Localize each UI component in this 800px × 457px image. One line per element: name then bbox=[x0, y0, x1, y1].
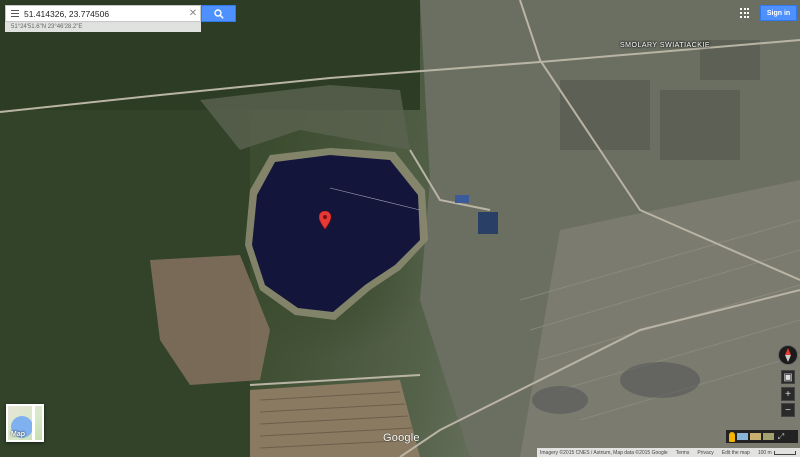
photo-thumbnail-2[interactable] bbox=[750, 433, 761, 440]
expand-icon[interactable]: ⤢ bbox=[776, 432, 786, 442]
compass-needle-icon bbox=[785, 348, 791, 362]
search-box: ✕ bbox=[5, 5, 201, 22]
map-thumbnail-road bbox=[32, 406, 35, 440]
map-marker-icon[interactable] bbox=[319, 211, 331, 235]
map-type-toggle[interactable]: Map bbox=[6, 404, 44, 442]
terms-link[interactable]: Terms bbox=[676, 450, 690, 456]
zoom-in-button[interactable]: + bbox=[781, 387, 795, 401]
search-icon bbox=[213, 8, 224, 19]
pegman-icon[interactable] bbox=[729, 431, 735, 442]
search-button[interactable] bbox=[201, 5, 236, 22]
map-imagery bbox=[0, 0, 800, 457]
privacy-link[interactable]: Privacy bbox=[697, 450, 713, 456]
village-label: SMOLARY SWIATIACKIE bbox=[620, 42, 711, 49]
compass-icon[interactable] bbox=[778, 345, 798, 365]
zoom-out-button[interactable]: − bbox=[781, 403, 795, 417]
tilt-button[interactable]: ▣ bbox=[781, 370, 795, 384]
map-type-label: Map bbox=[11, 431, 25, 438]
street-view-bar: ⤢ bbox=[726, 430, 798, 443]
google-logo: Google bbox=[383, 432, 420, 444]
apps-icon[interactable] bbox=[740, 8, 750, 18]
lake bbox=[252, 155, 420, 312]
coordinates-dms: 51°24'51.6"N 23°46'28.2"E bbox=[5, 22, 201, 32]
sign-in-button[interactable]: Sign in bbox=[760, 5, 797, 21]
imagery-attribution: Imagery ©2015 CNES / Astrium, Map data ©… bbox=[540, 449, 668, 456]
scale-bar bbox=[773, 450, 796, 455]
scale-label: 100 m bbox=[757, 449, 772, 456]
map-footer: Imagery ©2015 CNES / Astrium, Map data ©… bbox=[537, 448, 800, 457]
close-icon[interactable]: ✕ bbox=[186, 5, 200, 22]
scale-indicator[interactable]: 100 m bbox=[758, 450, 796, 456]
photo-thumbnail-1[interactable] bbox=[737, 433, 748, 440]
photo-thumbnail-3[interactable] bbox=[763, 433, 774, 440]
edit-map-link[interactable]: Edit the map bbox=[722, 450, 750, 456]
search-input[interactable] bbox=[24, 6, 186, 21]
satellite-map[interactable] bbox=[0, 0, 800, 457]
menu-icon[interactable] bbox=[6, 5, 24, 22]
